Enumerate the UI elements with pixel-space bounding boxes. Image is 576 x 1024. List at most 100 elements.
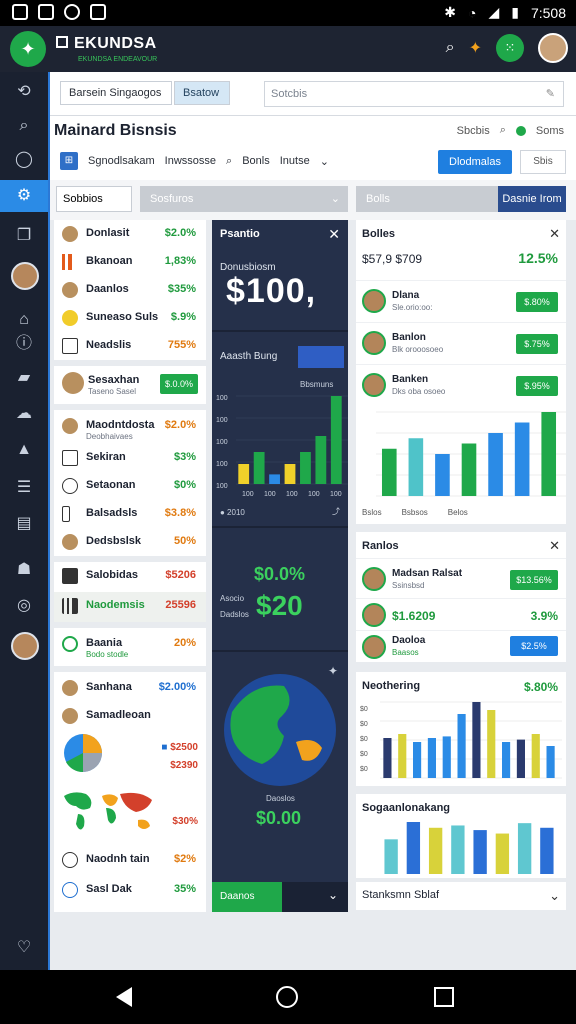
person-row[interactable]: Banken Dks oba osoeo $.95% [356,364,566,406]
toolbar-select-3[interactable]: Bolls [356,186,498,212]
header-search-icon[interactable]: ⌕ [500,124,506,137]
edit-icon[interactable]: ✎ [546,82,555,106]
bar[interactable] [406,822,421,874]
list-item[interactable]: Naodemsis 25596 [54,592,206,622]
bar[interactable] [473,830,487,874]
list-item[interactable]: Daanlos $35% [54,276,206,304]
footer-select[interactable]: Stanksmn Sblaf ⌄ [356,882,566,910]
bar[interactable] [488,433,503,496]
list-item[interactable]: Baania Bodo stodle 20% [54,630,206,666]
bar[interactable] [531,734,540,778]
bar[interactable] [495,833,510,874]
app-logo-icon[interactable]: ✦ [10,31,46,67]
bar[interactable] [517,823,532,874]
list-item[interactable]: Sanhana $2.00% [54,674,206,702]
secondary-button[interactable]: Sbis [520,150,566,174]
sidebar-avatar[interactable] [11,262,39,290]
filter-3[interactable]: Bonls [242,155,270,167]
list-item[interactable]: Sekiran $3% [54,444,206,472]
bar[interactable] [384,839,398,874]
bar[interactable] [435,454,450,496]
apps-icon[interactable]: ⁙ [496,34,524,62]
list-item[interactable]: Balsadsls $3.8% [54,500,206,528]
list-item[interactable]: Sasl Dak 35% [54,876,206,904]
list-item[interactable]: Suneaso Suls $.9% [54,304,206,332]
sidebar-home-icon[interactable]: ◯ [0,144,48,176]
filter-4[interactable]: Inutse [280,155,310,167]
list-item[interactable]: Naodnh tain $2% [54,846,206,874]
filter-search-icon[interactable]: ⌕ [226,155,232,168]
list-item[interactable]: Maodntdosta Deobhaivaes $2.0% [54,412,206,444]
bar[interactable] [427,738,436,778]
person-pill[interactable]: $13.56% [510,570,558,590]
bar[interactable] [315,436,327,484]
list-item[interactable]: Donlasit $2.0% [54,220,206,248]
bar[interactable] [413,742,422,778]
person-pill[interactable]: $.95% [516,376,558,396]
person-row[interactable]: Banlon Blk orooosoeo $.75% [356,322,566,364]
list-item[interactable]: Samadleoan [54,702,206,730]
search-input[interactable]: Sotcbis ✎ [264,81,564,107]
person-pill[interactable]: $.75% [516,334,558,354]
bar[interactable] [253,452,265,484]
bar[interactable] [381,448,397,496]
bar[interactable] [546,746,555,778]
sidebar-info-icon[interactable]: ⓘ [0,328,48,360]
feature-pill[interactable]: $.0.0% [160,374,198,394]
chevron-down-icon[interactable]: ⌄ [320,155,329,168]
filter-segment-1[interactable]: Barsein Singaogos [60,81,172,105]
feature-item[interactable]: Sesaxhan Taseno Sasel $.0.0% [54,368,206,404]
bar[interactable] [541,412,557,496]
bar[interactable] [487,710,496,778]
bar[interactable] [514,422,530,497]
bar[interactable] [516,739,525,778]
chevron-down-icon[interactable]: ⌄ [328,888,338,902]
close-icon[interactable]: ✕ [549,226,560,242]
list-item[interactable]: Neadslis 755% [54,332,206,360]
filter-segment-2[interactable]: Bsatow [174,81,230,105]
primary-button[interactable]: Dlodmalas [438,150,512,174]
filter-1[interactable]: Sgnodlsakam [88,155,155,167]
bar[interactable] [428,827,443,874]
person-row[interactable]: $1.6209 3.9% [356,598,566,630]
share-icon[interactable]: ⤴ [332,506,340,517]
list-item[interactable]: Bkanoan 1,83% [54,248,206,276]
bar[interactable] [300,452,311,484]
bar[interactable] [442,736,451,778]
bar[interactable] [269,474,280,484]
bar[interactable] [330,396,342,484]
close-icon[interactable]: ✕ [549,538,560,554]
alert-icon[interactable]: ✦ [469,38,482,58]
list-item[interactable]: Salobidas $5206 [54,562,206,592]
bar[interactable] [408,438,424,496]
list-item[interactable]: Setaonan $0% [54,472,206,500]
list-item[interactable]: Dedsbslsk 50% [54,528,206,556]
sidebar-profile-avatar[interactable] [11,632,39,660]
recents-icon[interactable] [434,987,454,1007]
bar[interactable] [451,825,465,874]
sidebar-help-icon[interactable]: ♡ [0,932,48,964]
bar[interactable] [472,702,481,778]
user-avatar[interactable] [538,33,568,63]
sidebar-dashboard-icon[interactable]: ⚙ [0,180,48,212]
toolbar-action-button[interactable]: Dasnie Irom [498,186,566,212]
bar[interactable] [457,714,466,778]
sidebar-chat-icon[interactable]: ☁ [0,398,48,430]
home-icon[interactable] [276,986,298,1008]
bar[interactable] [502,742,511,778]
toolbar-select-1[interactable]: Sobbios [56,186,132,212]
filter-2[interactable]: Inwssosse [165,155,216,167]
sidebar-list-icon[interactable]: ☰ [0,472,48,504]
sidebar-search-icon[interactable]: ⌕ [0,110,48,142]
panel-footer[interactable]: Daanos ⌄ [212,882,348,912]
bar[interactable] [461,443,477,497]
toolbar-select-2[interactable]: Sosfuros ⌄ [140,186,348,212]
sidebar-history-icon[interactable]: ⟲ [0,76,48,108]
person-row[interactable]: Dlana Sle.orio:oo: $.80% [356,280,566,322]
sidebar-user-icon[interactable]: ▲ [0,434,48,466]
chevron-down-icon[interactable]: ⌄ [549,888,560,904]
person-row[interactable]: Madsan Ralsat Ssinsbsd $13.56% [356,558,566,600]
bar[interactable] [383,738,392,778]
filter-toggle-icon[interactable]: ⊞ [60,152,78,170]
sidebar-docs-icon[interactable]: ❐ [0,220,48,252]
